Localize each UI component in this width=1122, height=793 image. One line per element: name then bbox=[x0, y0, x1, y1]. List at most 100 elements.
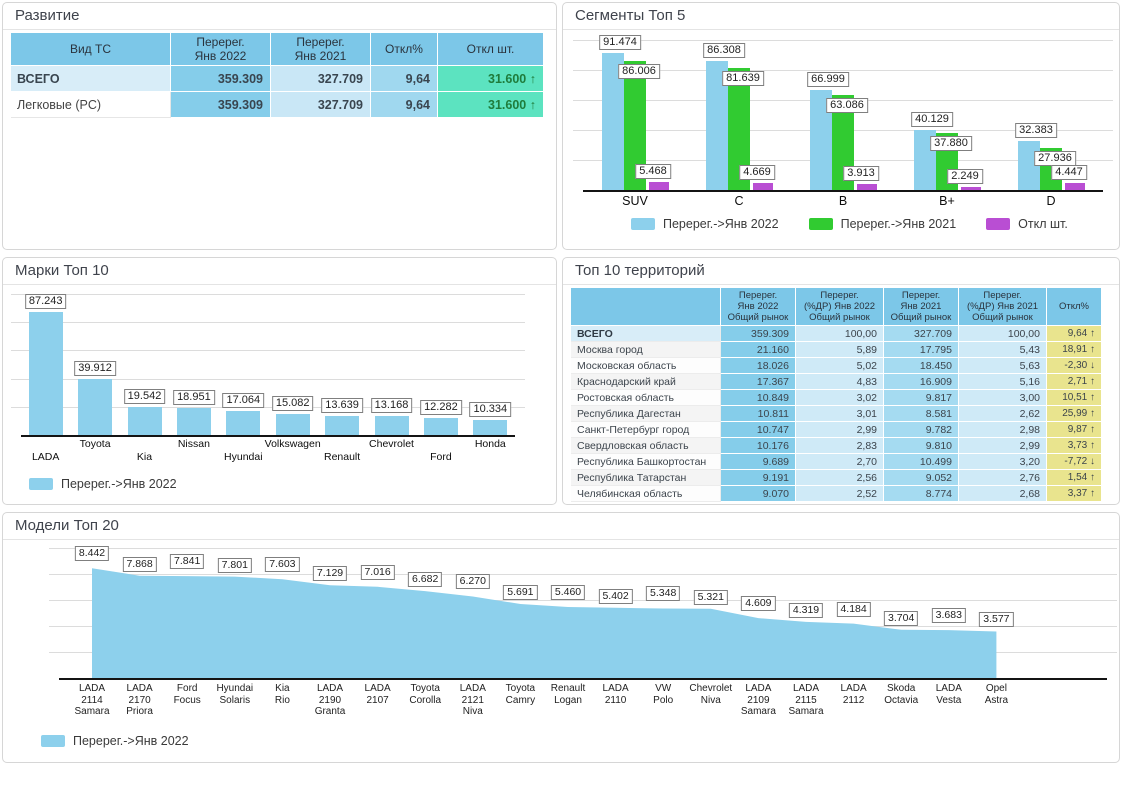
bar-Nissan[interactable] bbox=[177, 408, 211, 435]
bar-otkl-D[interactable] bbox=[1065, 183, 1085, 190]
share-2022-cell: 5,02 bbox=[796, 358, 884, 374]
category-label: Chevrolet bbox=[369, 438, 414, 450]
models-area-shape[interactable] bbox=[3, 540, 1117, 763]
territory-row[interactable]: ВСЕГО359.309100,00327.709100,009,64 ↑ bbox=[571, 326, 1102, 342]
model-tick-label: LADAVesta bbox=[922, 683, 976, 706]
up-arrow-icon: ↑ bbox=[1087, 344, 1095, 355]
territory-row[interactable]: Московская область18.0265,0218.4505,63-2… bbox=[571, 358, 1102, 374]
territory-row[interactable]: Санкт-Петербург город10.7472,999.7822,98… bbox=[571, 422, 1102, 438]
value-2022-cell: 18.026 bbox=[721, 358, 796, 374]
development-row-category[interactable]: Легковые (PC)359.309327.7099,6431.600 ↑ bbox=[11, 92, 544, 118]
bar-LADA[interactable] bbox=[29, 312, 63, 435]
value-2022-cell: 17.367 bbox=[721, 374, 796, 390]
value-label: 63.086 bbox=[826, 98, 868, 113]
share-2021-cell: 2,68 bbox=[959, 486, 1047, 502]
panel-title-segments: Сегменты Топ 5 bbox=[563, 3, 1119, 30]
column-header: Откл% bbox=[1047, 288, 1102, 326]
legend-item[interactable]: Перерег.->Янв 2022 bbox=[29, 477, 177, 491]
territory-row[interactable]: Свердловская область10.1762,839.8102,993… bbox=[571, 438, 1102, 454]
legend-swatch-icon bbox=[809, 218, 833, 230]
deviation-pct-cell: 9,64 ↑ bbox=[1047, 326, 1102, 342]
territories-body: Перерег. Янв 2022 Общий рынокПеререг. (%… bbox=[563, 288, 1119, 505]
value-2022-cell: 10.849 bbox=[721, 390, 796, 406]
bar-Volkswagen[interactable] bbox=[276, 414, 310, 435]
territory-row[interactable]: Республика Дагестан10.8113,018.5812,6225… bbox=[571, 406, 1102, 422]
value-2021-cell: 9.817 bbox=[884, 390, 959, 406]
territory-name-cell: Ростовская область bbox=[571, 390, 721, 406]
column-header: Перерег. Янв 2021 Общий рынок bbox=[884, 288, 959, 326]
value-label: 13.639 bbox=[321, 398, 363, 413]
value-2021-cell: 10.499 bbox=[884, 454, 959, 470]
legend-item[interactable]: Откл шт. bbox=[986, 217, 1068, 231]
territory-row[interactable]: Ростовская область10.8493,029.8173,0010,… bbox=[571, 390, 1102, 406]
territory-row[interactable]: Республика Татарстан9.1912,569.0522,761,… bbox=[571, 470, 1102, 486]
value-label: 7.016 bbox=[360, 565, 394, 580]
model-tick-label: OpelAstra bbox=[969, 683, 1023, 706]
bar-Honda[interactable] bbox=[473, 420, 507, 435]
legend-swatch-icon bbox=[41, 735, 65, 747]
bar-otkl-B[interactable] bbox=[857, 184, 877, 190]
legend-item[interactable]: Перерег.->Янв 2022 bbox=[631, 217, 779, 231]
bar-Toyota[interactable] bbox=[78, 379, 112, 435]
legend-item[interactable]: Перерег.->Янв 2021 bbox=[809, 217, 957, 231]
bar-Kia[interactable] bbox=[128, 407, 162, 435]
column-header bbox=[571, 288, 721, 326]
deviation-units-cell: 31.600 ↑ bbox=[438, 92, 544, 118]
model-tick-label: ToyotaCamry bbox=[493, 683, 547, 706]
value-label: 7.603 bbox=[265, 557, 299, 572]
column-header: Откл шт. bbox=[438, 33, 544, 66]
legend-swatch-icon bbox=[29, 478, 53, 490]
deviation-pct-cell: 2,71 ↑ bbox=[1047, 374, 1102, 390]
territory-row[interactable]: Челябинская область9.0702,528.7742,683,3… bbox=[571, 486, 1102, 502]
up-arrow-icon: ↑ bbox=[1087, 328, 1095, 339]
bar-otkl-SUV[interactable] bbox=[649, 182, 669, 190]
legend-item[interactable]: Перерег.->Янв 2022 bbox=[41, 734, 189, 748]
model-tick-label: HyundaiSolaris bbox=[208, 683, 262, 706]
territory-name-cell: Краснодарский край bbox=[571, 374, 721, 390]
model-tick-label: VWPolo bbox=[636, 683, 690, 706]
value-2021-cell: 9.782 bbox=[884, 422, 959, 438]
bar-Chevrolet[interactable] bbox=[375, 416, 409, 435]
value-2022-cell: 359.309 bbox=[171, 66, 271, 92]
value-label: 3.913 bbox=[843, 166, 879, 181]
value-label: 4.609 bbox=[741, 596, 775, 611]
gridline bbox=[573, 40, 1113, 41]
value-2022-cell: 10.176 bbox=[721, 438, 796, 454]
bar-Ford[interactable] bbox=[424, 418, 458, 435]
territory-row[interactable]: Краснодарский край17.3674,8316.9095,162,… bbox=[571, 374, 1102, 390]
bar-otkl-B+[interactable] bbox=[961, 187, 981, 190]
value-label: 37.880 bbox=[930, 136, 972, 151]
share-2022-cell: 4,83 bbox=[796, 374, 884, 390]
territory-name-cell: Санкт-Петербург город bbox=[571, 422, 721, 438]
category-label: C bbox=[734, 194, 743, 208]
value-label: 7.801 bbox=[218, 558, 252, 573]
legend-swatch-icon bbox=[986, 218, 1010, 230]
bar-otkl-C[interactable] bbox=[753, 183, 773, 190]
column-header: Вид ТС bbox=[11, 33, 171, 66]
legend-label: Откл шт. bbox=[1018, 217, 1068, 231]
share-2022-cell: 2,52 bbox=[796, 486, 884, 502]
bar-Hyundai[interactable] bbox=[226, 411, 260, 435]
value-2022-cell: 9.191 bbox=[721, 470, 796, 486]
value-label: 5.402 bbox=[598, 589, 632, 604]
legend-label: Перерег.->Янв 2021 bbox=[841, 217, 957, 231]
value-2021-cell: 9.810 bbox=[884, 438, 959, 454]
territory-row[interactable]: Москва город21.1605,8917.7955,4318,91 ↑ bbox=[571, 342, 1102, 358]
territory-name-cell: ВСЕГО bbox=[571, 326, 721, 342]
up-arrow-icon: ↑ bbox=[1087, 376, 1095, 387]
value-label: 7.841 bbox=[170, 554, 204, 569]
value-label: 19.542 bbox=[124, 389, 166, 404]
category-label: Volkswagen bbox=[265, 438, 321, 450]
value-label: 5.321 bbox=[694, 590, 728, 605]
value-label: 7.129 bbox=[313, 566, 347, 581]
value-label: 87.243 bbox=[25, 294, 67, 309]
development-row-total[interactable]: ВСЕГО359.309327.7099,6431.600 ↑ bbox=[11, 66, 544, 92]
territory-row[interactable]: Республика Башкортостан9.6892,7010.4993,… bbox=[571, 454, 1102, 470]
territory-name-cell: Республика Дагестан bbox=[571, 406, 721, 422]
bar-Renault[interactable] bbox=[325, 416, 359, 435]
deviation-pct-cell: 1,54 ↑ bbox=[1047, 470, 1102, 486]
value-label: 18.951 bbox=[173, 390, 215, 405]
category-label: Renault bbox=[324, 451, 360, 463]
up-arrow-icon: ↑ bbox=[1087, 472, 1095, 483]
brands-chart: 87.243LADA39.912Toyota19.542Kia18.951Nis… bbox=[3, 285, 556, 503]
